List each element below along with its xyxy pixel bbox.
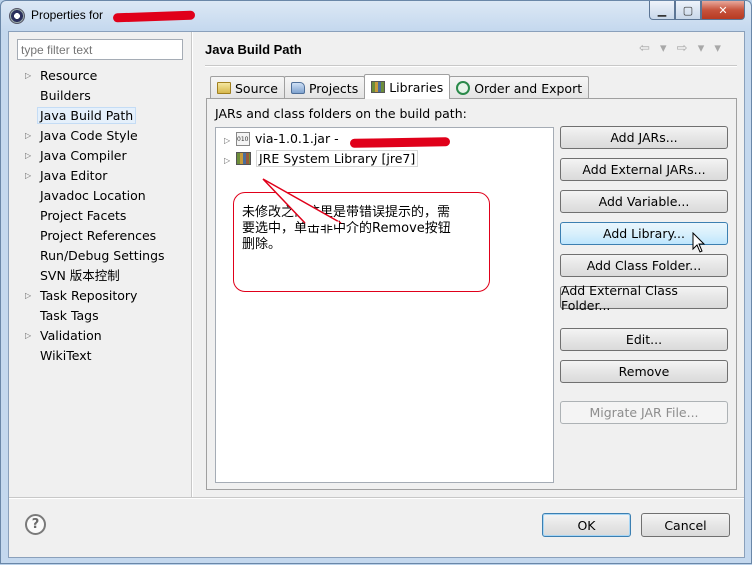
tree-item-label: Resource (40, 68, 98, 83)
tab-projects[interactable]: Projects (283, 76, 366, 99)
tree-item[interactable]: Task Tags (19, 306, 191, 326)
add-external-jars-button[interactable]: Add External JARs... (560, 158, 728, 181)
list-item-label: via-1.0.1.jar - (255, 131, 339, 146)
tree-item[interactable]: ▷ Java Code Style (19, 126, 191, 146)
callout-text: 未修改之前这里是带错误提示的，需要选中，单击非中介的Remove按钮删除。 (242, 205, 451, 252)
tree-item-label: Builders (40, 88, 91, 103)
title-separator (205, 65, 737, 67)
window-title: Properties for (31, 8, 104, 22)
title-bar[interactable]: Properties for ▁ ▢ ✕ (1, 1, 751, 31)
tree-item[interactable]: Javadoc Location (19, 186, 191, 206)
tree-item[interactable]: ▷ Task Repository (19, 286, 191, 306)
tab-label: Order and Export (474, 80, 583, 96)
tree-item-label: Java Editor (40, 168, 108, 183)
tree-item-label: Validation (40, 328, 102, 343)
mouse-cursor-icon (692, 232, 706, 253)
tree-item[interactable]: Run/Debug Settings (19, 246, 191, 266)
tree-item-label: Task Tags (40, 308, 99, 323)
redaction-mark (349, 137, 451, 148)
sash-divider[interactable] (191, 32, 193, 497)
tree-item[interactable]: ▷ Resource (19, 66, 191, 86)
filter-input[interactable] (17, 39, 183, 60)
migrate-jar-file-button[interactable]: Migrate JAR File... (560, 401, 728, 424)
expand-arrow-icon[interactable]: ▷ (25, 326, 31, 346)
property-page-tree: ▷ Resource Builders Java Build Path ▷ Java Co… (19, 66, 191, 366)
tree-item[interactable]: Builders (19, 86, 191, 106)
page-navigation-icons[interactable]: ⇦ ▾ ⇨ ▾ ▾ (639, 41, 724, 56)
expand-arrow-icon[interactable]: ▷ (25, 286, 31, 306)
tree-item-label: Java Compiler (40, 148, 127, 163)
tree-item-label: Project References (40, 228, 157, 243)
properties-dialog: Properties for ▁ ▢ ✕ ▷ Resource Builders Ja… (0, 0, 752, 564)
cancel-button[interactable]: Cancel (641, 513, 730, 537)
caption-buttons: ▁ ▢ ✕ (649, 1, 745, 21)
expand-arrow-icon[interactable]: ▷ (25, 146, 31, 166)
tab-libraries[interactable]: Libraries (364, 74, 451, 99)
list-item-label: JRE System Library [jre7] (256, 150, 419, 167)
build-path-entries-list[interactable]: ▷ via-1.0.1.jar - ▷ JRE System Library [jr… (215, 127, 554, 483)
tree-item[interactable]: ▷ Validation (19, 326, 191, 346)
close-button[interactable]: ✕ (701, 1, 745, 20)
page-title: Java Build Path (205, 42, 302, 57)
tree-item[interactable]: SVN 版本控制 (19, 266, 191, 286)
jars-list-label: JARs and class folders on the build path… (215, 106, 467, 121)
order-export-icon (456, 81, 471, 95)
expand-arrow-icon[interactable]: ▷ (25, 166, 31, 186)
tab-label: Libraries (389, 79, 444, 95)
tab-label: Projects (308, 80, 359, 96)
tab-order-and-export[interactable]: Order and Export (449, 76, 590, 99)
library-icon (236, 152, 251, 165)
libraries-tab-panel: JARs and class folders on the build path… (206, 98, 737, 490)
eclipse-icon (9, 8, 25, 24)
add-external-class-folder-button[interactable]: Add External Class Folder... (560, 283, 728, 313)
tree-item[interactable]: Project References (19, 226, 191, 246)
build-path-tabs: Source Projects Libraries Order and Export (210, 74, 590, 99)
library-icon (371, 81, 386, 93)
jar-icon (236, 132, 250, 146)
add-class-folder-button[interactable]: Add Class Folder... (560, 254, 728, 277)
footer-separator (9, 497, 744, 499)
add-variable-button[interactable]: Add Variable... (560, 190, 728, 213)
source-folder-icon (217, 82, 231, 94)
ok-button[interactable]: OK (542, 513, 631, 537)
remove-button[interactable]: Remove (560, 360, 728, 383)
tree-item-label: SVN 版本控制 (40, 268, 120, 283)
tree-item-label: Project Facets (40, 208, 127, 223)
list-item[interactable]: ▷ JRE System Library [jre7] (224, 150, 419, 170)
expand-arrow-icon[interactable]: ▷ (224, 152, 236, 170)
tab-label: Source (235, 80, 278, 96)
tree-item-label: Task Repository (40, 288, 138, 303)
tree-item[interactable]: ▷ Java Compiler (19, 146, 191, 166)
project-icon (290, 82, 305, 94)
expand-arrow-icon[interactable]: ▷ (25, 126, 31, 146)
tree-item[interactable]: WikiText (19, 346, 191, 366)
tree-item-label: Run/Debug Settings (40, 248, 165, 263)
minimize-button[interactable]: ▁ (649, 1, 675, 20)
tab-source[interactable]: Source (210, 76, 285, 99)
expand-arrow-icon[interactable]: ▷ (25, 66, 31, 86)
tree-item-label: Javadoc Location (40, 188, 146, 203)
list-item[interactable]: ▷ via-1.0.1.jar - (224, 130, 451, 150)
add-jars-button[interactable]: Add JARs... (560, 126, 728, 149)
help-icon[interactable]: ? (25, 514, 46, 535)
dialog-client: ▷ Resource Builders Java Build Path ▷ Java Co… (8, 31, 745, 558)
tree-item[interactable]: Project Facets (19, 206, 191, 226)
maximize-button[interactable]: ▢ (675, 1, 701, 20)
annotation-callout: 未修改之前这里是带错误提示的，需要选中，单击非中介的Remove按钮删除。 (233, 192, 490, 292)
tree-item-label: Java Code Style (40, 128, 138, 143)
tree-item[interactable]: ▷ Java Editor (19, 166, 191, 186)
tree-item-label: Java Build Path (37, 107, 137, 124)
expand-arrow-icon[interactable]: ▷ (224, 132, 236, 150)
redaction-mark (112, 10, 196, 23)
tree-item[interactable]: Java Build Path (19, 106, 191, 126)
tree-item-label: WikiText (40, 348, 92, 363)
edit-button[interactable]: Edit... (560, 328, 728, 351)
